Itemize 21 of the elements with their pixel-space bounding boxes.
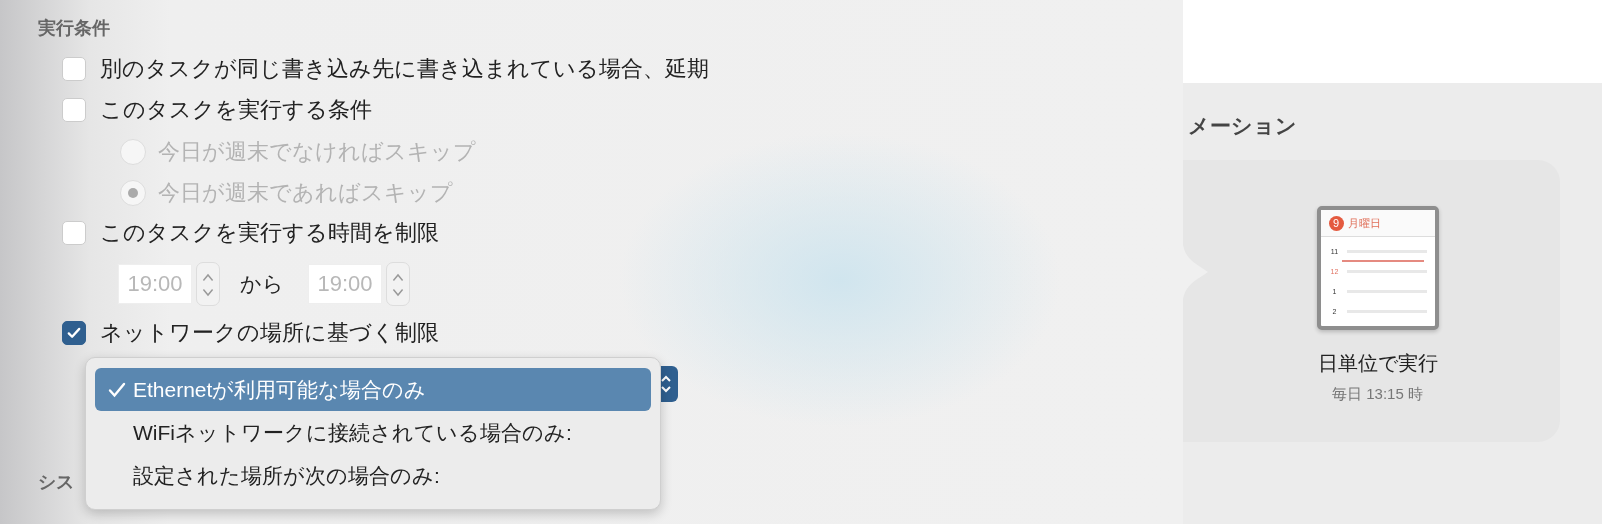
- checkbox-label: ネットワークの場所に基づく制限: [100, 318, 439, 347]
- section-title: 実行条件: [38, 17, 111, 40]
- card-subtitle: 毎日 13:15 時: [1332, 385, 1423, 404]
- card-title: 日単位で実行: [1317, 351, 1438, 376]
- day-name: 月曜日: [1347, 215, 1381, 231]
- menu-item[interactable]: WiFiネットワークに接続されている場合のみ:: [95, 411, 651, 454]
- stepper[interactable]: [196, 262, 220, 306]
- checkmark-icon: [107, 380, 127, 400]
- section-title: メーション: [1188, 113, 1297, 139]
- day-number: 9: [1328, 215, 1344, 231]
- checkbox-label: このタスクを実行する条件: [100, 95, 372, 124]
- separator-label: から: [240, 271, 284, 297]
- checkbox-label: このタスクを実行する時間を制限: [100, 218, 439, 247]
- menu-item[interactable]: Ethernetが利用可能な場合のみ: [95, 368, 651, 411]
- radio-label: 今日が週末でなければスキップ: [158, 138, 476, 166]
- radio-label: 今日が週末であればスキップ: [158, 179, 453, 207]
- menu-item[interactable]: 設定された場所が次の場合のみ:: [95, 454, 651, 497]
- stepper[interactable]: [386, 262, 410, 306]
- section-title: シス: [38, 471, 74, 494]
- checkbox[interactable]: [62, 320, 86, 345]
- checkbox-label: 別のタスクが同じ書き込み先に書き込まれている場合、延期: [100, 54, 709, 83]
